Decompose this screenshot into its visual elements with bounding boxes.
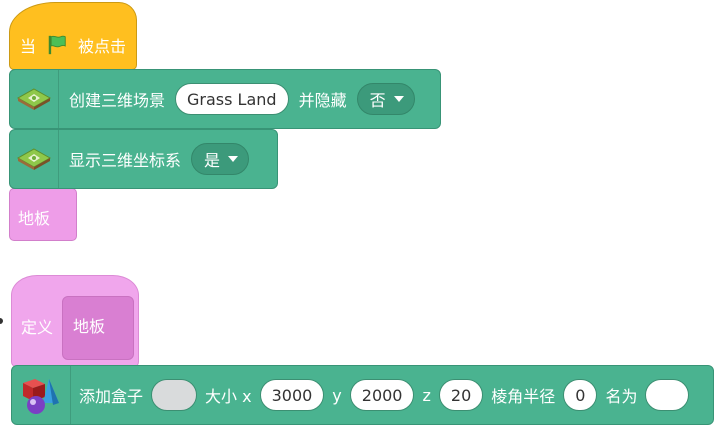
size-x-label: 大小 x [205,387,252,406]
corner-radius-label: 棱角半径 [491,387,556,406]
hide-dropdown[interactable]: 否 [356,83,415,115]
scene-icon-box [10,70,59,128]
green-flag-icon [48,35,66,55]
shapes-icon-box [12,366,71,424]
show-3d-axes-block[interactable]: 显示三维坐标系 是 [9,129,278,189]
script-edge-marker [0,318,3,324]
size-y-label: y [332,385,342,405]
corner-radius-input[interactable]: 0 [563,379,598,411]
scene-name-input[interactable]: Grass Land [175,83,289,115]
show-axes-dropdown-value: 是 [204,151,221,170]
caret-down-icon [393,96,404,102]
add-box-label: 添加盒子 [79,387,144,406]
hat-prefix-label: 当 [20,37,37,56]
define-label: 定义 [21,318,54,337]
floor-call-block[interactable]: 地板 [9,188,77,241]
caret-down-icon [228,156,239,162]
box-name-input[interactable] [645,379,690,411]
create-scene-label: 创建三维场景 [69,91,166,110]
size-z-input[interactable]: 20 [438,379,484,411]
when-flag-clicked-block[interactable]: 当 被点击 [9,2,137,70]
hat-suffix-label: 被点击 [78,37,127,56]
hide-label: 并隐藏 [298,91,347,110]
create-3d-scene-block[interactable]: 创建三维场景 Grass Land 并隐藏 否 [9,69,441,129]
add-box-block[interactable]: 添加盒子 大小 x 3000 y 2000 z 20 棱角半径 0 名为 [11,365,714,425]
size-z-label: z [422,385,431,405]
box-color-swatch[interactable] [151,379,198,411]
size-x-input[interactable]: 3000 [259,379,325,411]
show-axes-dropdown[interactable]: 是 [191,143,250,175]
define-floor-block[interactable]: 定义 地板 [11,275,139,367]
grass-tile-icon [16,148,52,170]
grass-tile-icon [16,88,52,110]
3d-shapes-icon [23,379,59,414]
hide-dropdown-value: 否 [369,91,386,110]
define-prototype[interactable]: 地板 [62,296,134,360]
axes-icon-box [10,130,59,188]
floor-call-label: 地板 [18,209,51,228]
size-y-input[interactable]: 2000 [349,379,415,411]
name-as-label: 名为 [605,387,638,406]
show-axes-label: 显示三维坐标系 [69,151,182,170]
define-prototype-label: 地板 [73,317,106,336]
